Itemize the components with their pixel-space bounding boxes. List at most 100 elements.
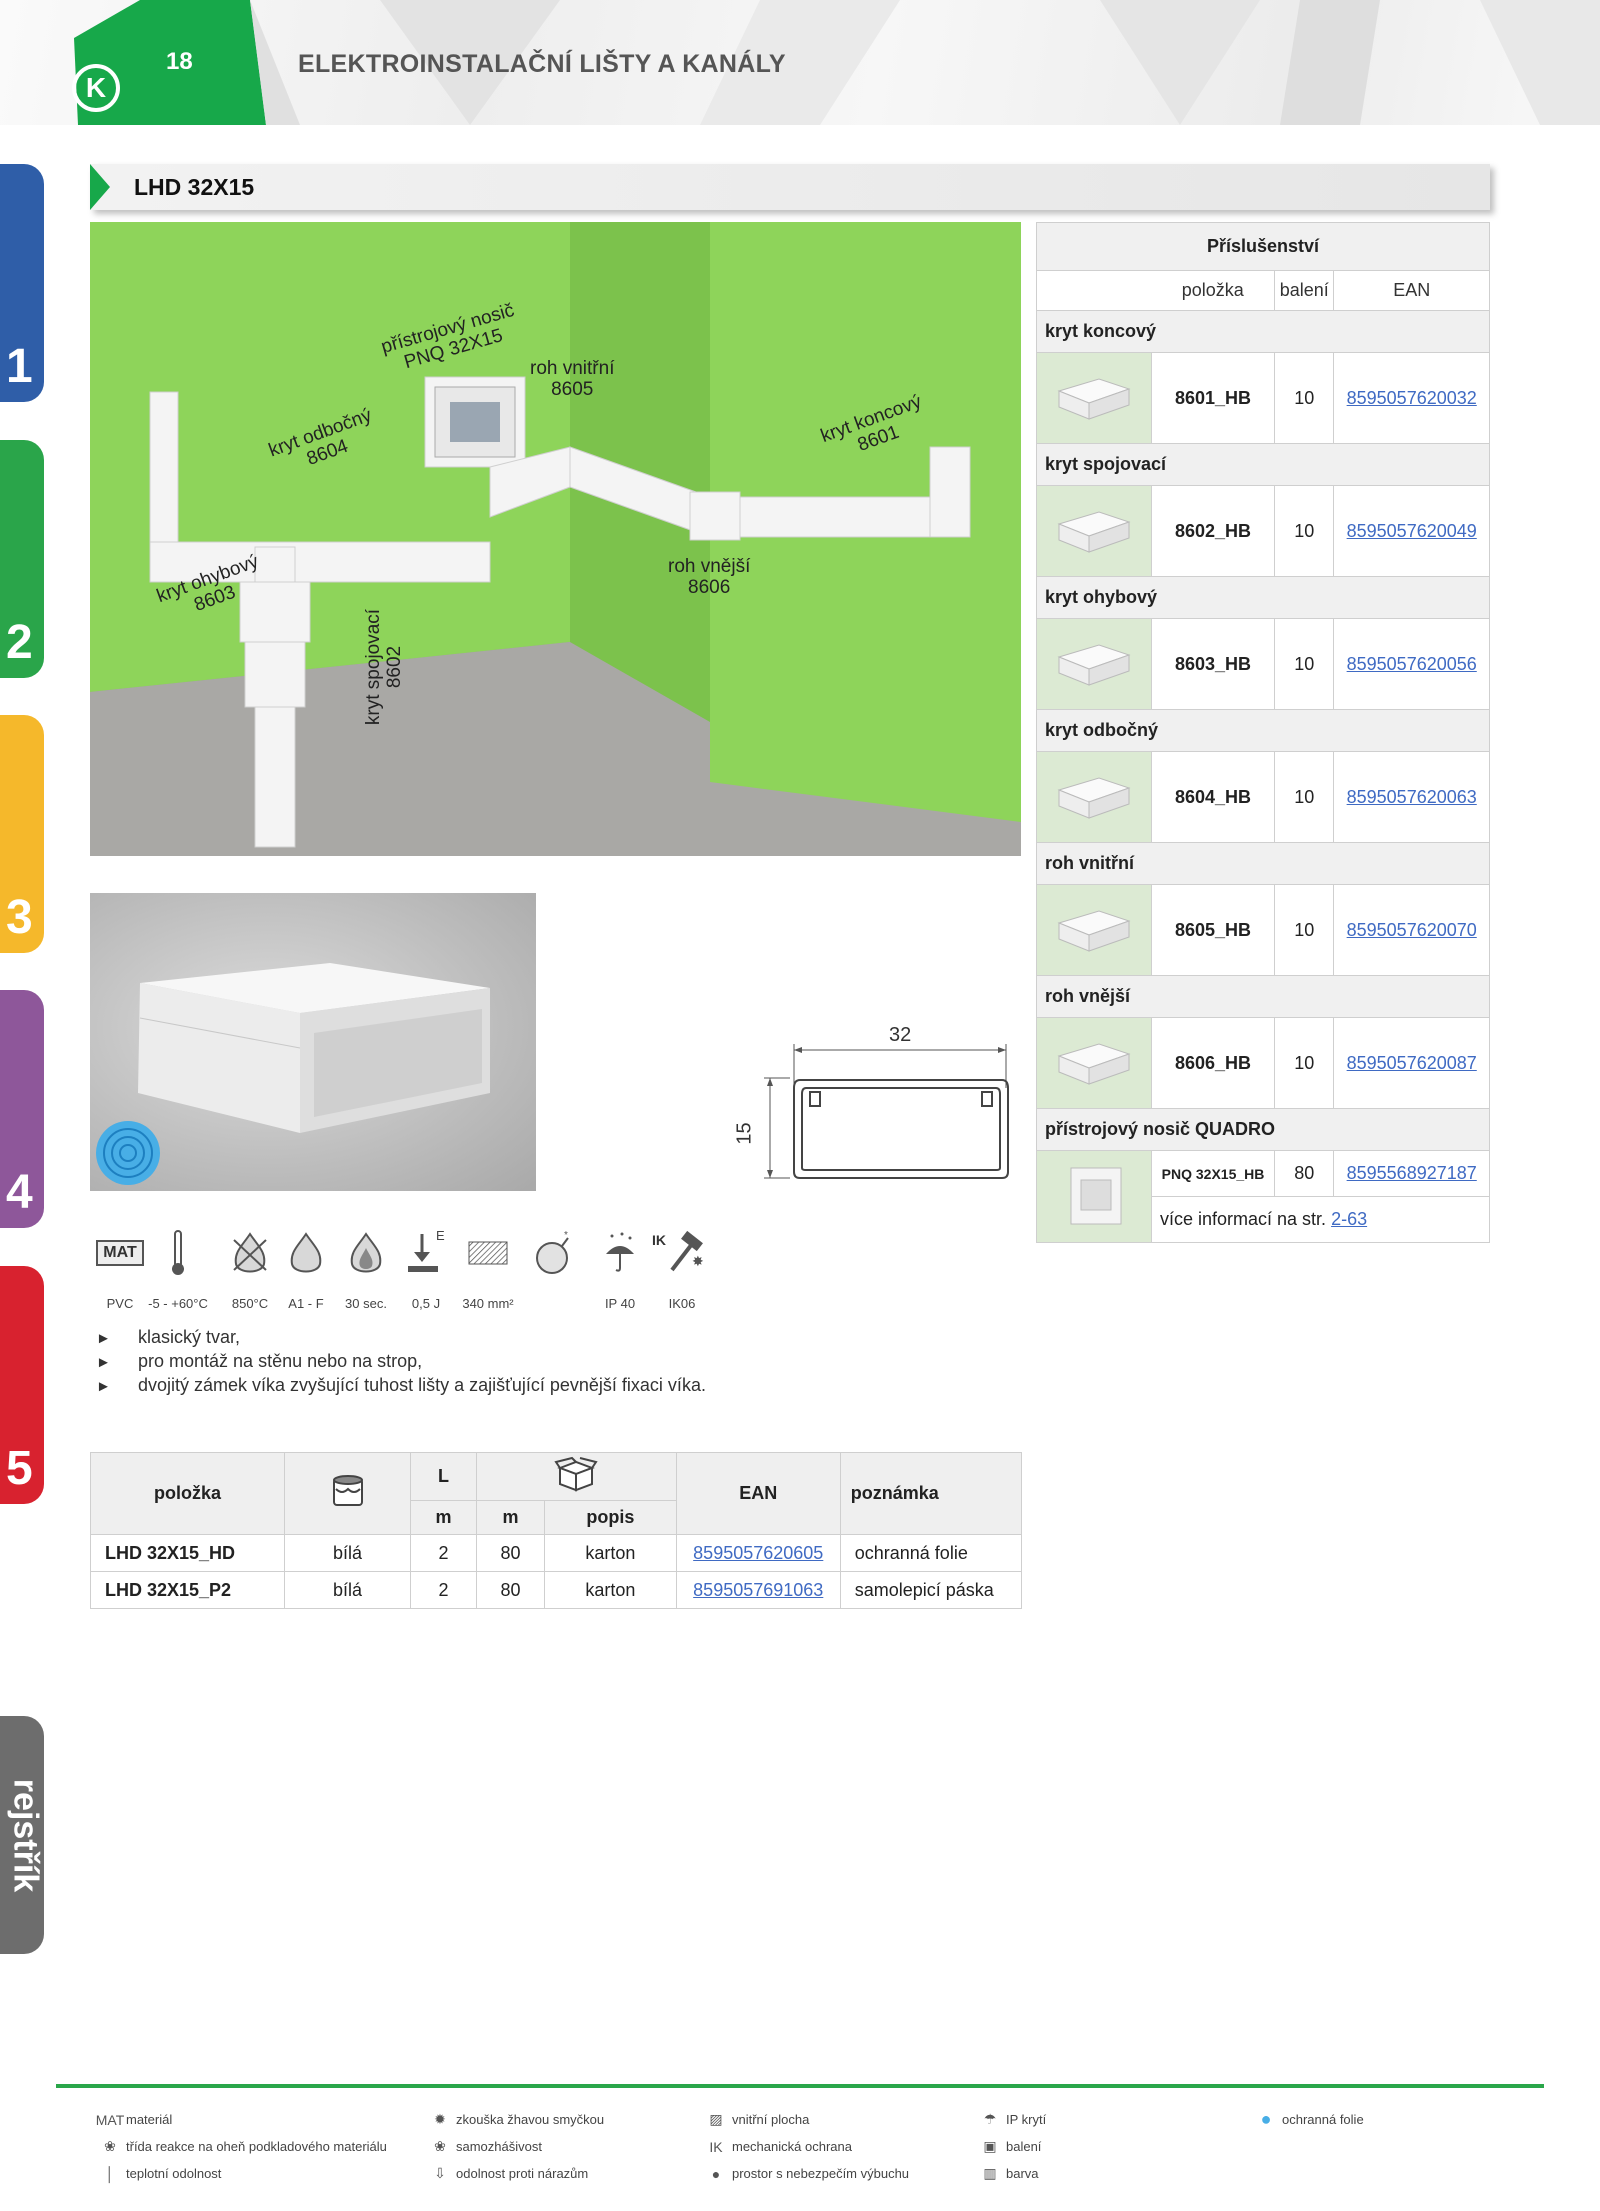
svg-text:✸: ✸	[692, 1253, 704, 1269]
side-tab-3[interactable]: 3	[0, 715, 44, 953]
legend-column-5: ● ochranná folie	[1250, 2106, 1364, 2133]
thermometer-icon	[172, 1230, 184, 1275]
label-inner-corner: roh vnitřní 8605	[530, 358, 615, 400]
accessory-ean-link[interactable]: 8595057620063	[1333, 751, 1490, 843]
accessory-pack: 10	[1274, 618, 1335, 710]
accessory-thumbnail	[1036, 352, 1152, 444]
accessory-code: 8601_HB	[1150, 352, 1276, 444]
accessory-ean-link[interactable]: 8595057620032	[1333, 352, 1490, 444]
product-ean-link[interactable]: 8595057620605	[675, 1534, 841, 1572]
accessory-thumbnail	[1036, 618, 1152, 710]
explosion-icon: ●	[711, 2165, 721, 2182]
product-qty: 80	[476, 1534, 545, 1572]
feature-item: pro montáž na stěnu nebo na strop,	[96, 1350, 706, 1374]
explosion-icon: *	[536, 1230, 569, 1274]
accessory-group-label: roh vnější	[1036, 975, 1490, 1018]
accessory-code: PNQ 32X15_HB	[1150, 1150, 1276, 1197]
dimension-width: 32	[889, 1024, 912, 1046]
product-desc: karton	[544, 1534, 677, 1572]
side-tab-2[interactable]: 2	[0, 440, 44, 678]
accessory-group-label: kryt ohybový	[1036, 576, 1490, 619]
side-tab-index[interactable]: rejstřík	[0, 1716, 45, 1954]
legend-item: MAT materiál	[95, 2111, 173, 2128]
accessory-group-label: kryt odbočný	[1036, 709, 1490, 752]
self-extinguish-icon	[350, 1232, 382, 1273]
protective-film-icon	[96, 1121, 160, 1185]
accessory-ean-link[interactable]: 8595057620049	[1333, 485, 1490, 577]
accessory-code: 8602_HB	[1150, 485, 1276, 577]
header-item: položka	[90, 1452, 285, 1535]
accessory-group-label: kryt spojovací	[1036, 443, 1490, 486]
col-pack: balení	[1274, 270, 1335, 311]
accessory-group-label: roh vnitřní	[1036, 842, 1490, 885]
accessory-row: 8602_HB 10 8595057620049	[1036, 485, 1490, 577]
legend-item: ▣ balení	[974, 2133, 1046, 2160]
property-temperature: -5 - +60°C	[148, 1228, 208, 1311]
side-tab-5[interactable]: 5	[0, 1266, 44, 1504]
legend-item: ⇩ odolnost proti nárazům	[424, 2160, 604, 2187]
accessory-ean-link[interactable]: 8595057620087	[1333, 1017, 1490, 1109]
product-qty: 80	[476, 1571, 545, 1609]
legend-item: ❀ třída reakce na oheň podkladového mater…	[94, 2133, 387, 2160]
feature-list: klasický tvar, pro montáž na stěnu nebo …	[96, 1326, 706, 1398]
flame-icon	[290, 1232, 322, 1273]
property-ip: IP 40	[590, 1228, 650, 1311]
more-info-text: více informací na str. 2-63	[1151, 1196, 1490, 1243]
label-outer-corner: roh vnější 8606	[668, 556, 751, 598]
page-header	[0, 0, 1600, 125]
accessory-row: 8601_HB 10 8595057620032	[1036, 352, 1490, 444]
trunking-graphic	[96, 963, 490, 1185]
accessory-pack: 10	[1274, 1017, 1335, 1109]
accessory-group-label: přístrojový nosič QUADRO	[1036, 1108, 1490, 1151]
property-self-extinguish: 30 sec.	[336, 1228, 396, 1311]
side-tab-1[interactable]: 1	[0, 164, 44, 402]
quadro-thumbnail	[1036, 1150, 1152, 1243]
product-code: LHD 32X15_HD	[90, 1534, 285, 1572]
ip-icon	[606, 1232, 634, 1272]
product-note: samolepicí páska	[839, 1571, 1023, 1609]
legend-item: ▨ vnitřní plocha	[700, 2106, 909, 2133]
legend-item: ▥ barva	[974, 2160, 1046, 2187]
footer-divider	[56, 2084, 1544, 2088]
legend-item: ● ochranná folie	[1250, 2106, 1364, 2133]
accessory-ean-link[interactable]: 8595057620056	[1333, 618, 1490, 710]
accessory-ean-link[interactable]: 8595568927187	[1333, 1150, 1490, 1197]
header-package	[476, 1452, 677, 1501]
property-icons: MAT PVC -5 - +60°C 850°C A1 - F 30 sec. …	[90, 1228, 730, 1318]
legend-column-3: ▨ vnitřní plocha IK mechanická ochrana ● pros…	[700, 2106, 909, 2187]
title-arrow-icon	[90, 164, 110, 210]
property-explosion: *	[524, 1228, 584, 1296]
accessory-pack: 10	[1274, 485, 1335, 577]
legend-column-1: MAT materiál ❀ třída reakce na oheň podklad…	[94, 2106, 387, 2187]
scene-graphic	[90, 222, 1021, 856]
more-info-link[interactable]: 2-63	[1331, 1209, 1367, 1229]
accessories-table: Příslušenství položka balení EAN kryt ko…	[1036, 222, 1490, 1243]
section-title: ELEKTROINSTALAČNÍ LIŠTY A KANÁLY	[298, 50, 786, 78]
inner-area-icon: ▨	[709, 2111, 723, 2127]
product-code: LHD 32X15_P2	[90, 1571, 285, 1609]
color-icon: ▥	[983, 2165, 997, 2181]
header-length: L	[410, 1452, 477, 1501]
feature-item: dvojitý zámek víka zvyšující tuhost lišt…	[96, 1374, 706, 1398]
legend-item: │ teplotní odolnost	[94, 2160, 387, 2187]
glow-wire-icon: ✹	[434, 2111, 446, 2127]
glow-wire-icon	[233, 1232, 267, 1273]
accessory-row: 8604_HB 10 8595057620063	[1036, 751, 1490, 843]
accessory-thumbnail	[1036, 884, 1152, 976]
legend-item: ● prostor s nebezpečím výbuchu	[700, 2160, 909, 2187]
accessory-pack: 10	[1274, 352, 1335, 444]
svg-text:*: *	[564, 1230, 568, 1241]
legend-column-2: ✹ zkouška žhavou smyčkou ❀ samozhášivost ⇩ od…	[424, 2106, 604, 2187]
product-ean-link[interactable]: 8595057691063	[675, 1571, 841, 1609]
property-ik: ✸ IK IK06	[652, 1228, 712, 1311]
col-item: položka	[1151, 270, 1276, 311]
accessory-row: 8606_HB 10 8595057620087	[1036, 1017, 1490, 1109]
label-joint-cover: kryt spojovací 8602	[363, 608, 406, 726]
side-tab-4[interactable]: 4	[0, 990, 44, 1228]
flame-icon: ❀	[104, 2138, 116, 2154]
product-length: 2	[410, 1571, 477, 1609]
dimension-height: 15	[733, 1122, 756, 1145]
thermometer-icon: │	[105, 2165, 115, 2182]
mechanical-protection-icon: IK	[709, 2138, 723, 2155]
accessory-ean-link[interactable]: 8595057620070	[1333, 884, 1490, 976]
